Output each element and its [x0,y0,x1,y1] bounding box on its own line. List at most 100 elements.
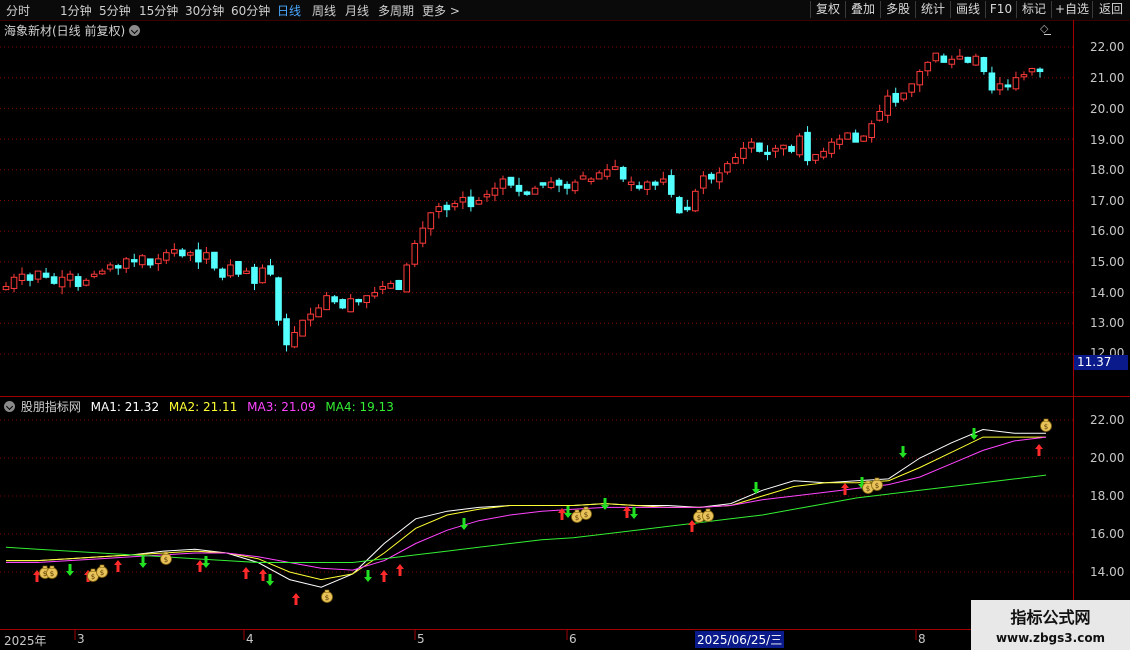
candle-body [307,313,314,321]
candle-body [42,272,50,278]
candle-body [387,282,395,289]
indicator-tick: 20.00 [1090,451,1125,465]
candle-body [796,135,803,156]
candle-body [940,55,948,63]
buy-arrow-icon [259,569,267,581]
candle-body [820,150,827,158]
money-bag-neck [583,506,589,510]
candle-body [684,206,691,211]
sell-arrow-icon [139,556,147,568]
candle-body [251,266,258,284]
candle-body [908,83,916,93]
candle-body [467,196,475,208]
candle-body [275,277,282,321]
candle-body [435,206,443,213]
money-bag-icon: $ [46,565,58,579]
candle-body [724,163,731,173]
candle-body [179,249,186,257]
candle-body [988,72,996,91]
candle-body [732,157,739,164]
indicator-tick: 14.00 [1090,565,1125,579]
candle-body [804,131,811,162]
sell-arrow-icon [364,570,372,582]
candle-body [299,319,306,337]
money-bag-neck [574,509,580,513]
money-bag-symbol: $ [325,594,329,602]
money-bag-symbol: $ [100,569,104,577]
candle-body [203,252,210,260]
candle-body [491,187,499,196]
candle-body [980,57,988,73]
date-axis-border [0,629,1130,630]
candle-body [106,264,114,270]
buy-arrow-icon [380,570,388,582]
price-tick: 15.00 [1090,255,1125,269]
money-bag-symbol: $ [164,556,168,564]
price-tick: 13.00 [1090,316,1125,330]
indicator-legend: 股朋指标网 MA1: 21.32 MA2: 21.11 MA3: 21.09 M… [4,398,400,415]
money-bag-neck [49,565,55,569]
candle-body [475,200,483,205]
candle-body [219,268,226,278]
candle-body [972,55,980,66]
candle-body [138,255,146,266]
candle-body [635,185,643,189]
candle-body [483,193,491,198]
money-bag-icon: $ [1040,418,1052,432]
candle-body [74,276,82,287]
money-bag-symbol: $ [1044,423,1048,431]
candle-body [676,197,683,214]
date-label: 8 [918,632,926,646]
indicator-tick: 22.00 [1090,413,1125,427]
current-price-label: 11.37 [1074,355,1128,370]
candle-body [403,264,411,293]
price-tick: 14.00 [1090,286,1125,300]
candle-body [579,175,587,180]
sell-arrow-icon [202,556,210,568]
chevron-down-icon[interactable] [4,401,15,412]
pane-separator[interactable] [0,396,1130,397]
ma-line-1 [6,428,1046,588]
candle-body [852,132,859,143]
date-label: 2025年 [4,634,47,648]
watermark: 指标公式网 www.zbgs3.com [971,600,1130,650]
candle-body [836,138,843,145]
candle-body [964,56,972,63]
money-bag-neck [696,509,702,513]
candle-body [515,184,523,192]
candle-body [347,298,354,313]
sell-arrow-icon [564,506,572,518]
candle-body [547,181,555,189]
price-tick: 18.00 [1090,163,1125,177]
money-bag-neck [324,589,330,593]
candle-body [916,71,924,86]
candle-body [459,196,467,203]
money-bag-symbol: $ [875,482,879,490]
money-bag-neck [705,508,711,512]
indicator-name: 股朋指标网 [20,400,81,414]
price-tick: 21.00 [1090,71,1125,85]
money-bag-icon: $ [702,508,714,522]
buy-arrow-icon [688,520,696,532]
candle-body [171,249,178,254]
date-label: 5 [417,632,425,646]
candle-body [195,249,202,263]
candle-body [146,258,154,266]
sell-arrow-icon [266,574,274,586]
candle-body [619,166,627,180]
candle-body [315,307,322,318]
candle-body [443,204,451,211]
money-bag-neck [865,480,871,484]
ma1-label: MA1: 21.32 [90,400,160,414]
candlestick-series [2,48,1044,352]
candle-body [531,187,539,195]
candle-body [812,153,819,161]
ma-line-3 [6,436,1047,571]
watermark-title: 指标公式网 [1010,608,1091,627]
selected-date-label: 2025/06/25/三 [695,631,785,648]
candle-body [555,179,563,186]
money-bag-symbol: $ [584,511,588,519]
candle-body [996,83,1004,91]
candle-body [323,295,330,311]
price-tick: 16.00 [1090,224,1125,238]
